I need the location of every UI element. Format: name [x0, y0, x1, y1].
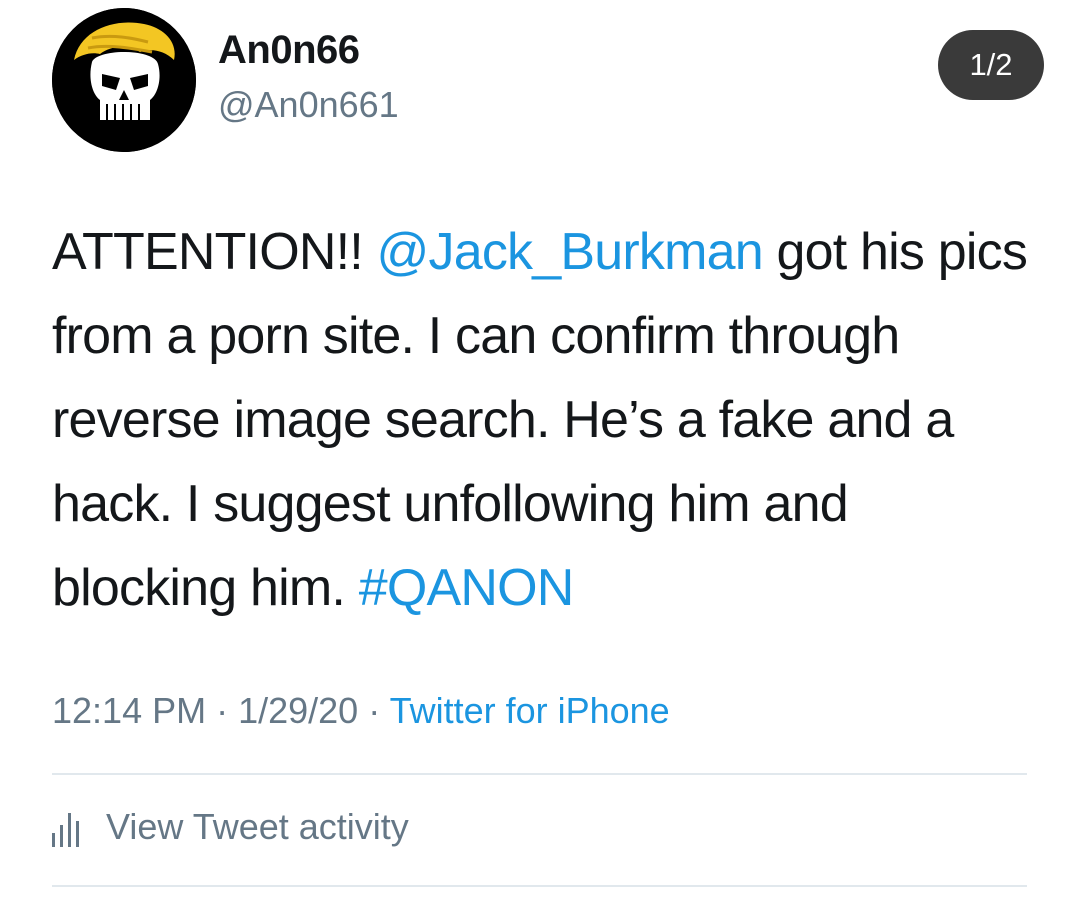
meta-separator: · [206, 690, 239, 731]
avatar[interactable] [52, 8, 196, 152]
view-tweet-activity-label: View Tweet activity [106, 806, 409, 847]
tweet-date[interactable]: 1/29/20 [238, 690, 358, 731]
hashtag-link[interactable]: #QANON [359, 559, 575, 617]
tweet-text: ATTENTION!! @Jack_Burkman got his pics f… [52, 210, 1042, 630]
meta-separator: · [358, 690, 390, 731]
bar-chart-icon [52, 807, 88, 847]
tweet-text-segment: ATTENTION!! [52, 223, 377, 281]
user-handle[interactable]: @An0n661 [218, 84, 399, 126]
mention-link[interactable]: @Jack_Burkman [377, 223, 764, 281]
tweet-time[interactable]: 12:14 PM [52, 690, 206, 731]
view-tweet-activity-button[interactable]: View Tweet activity [52, 806, 409, 848]
tweet-source-link[interactable]: Twitter for iPhone [390, 690, 670, 731]
punisher-skull-icon [52, 8, 196, 152]
tweet-meta: 12:14 PM · 1/29/20 · Twitter for iPhone [52, 690, 670, 732]
divider [52, 885, 1027, 887]
display-name[interactable]: An0n66 [218, 28, 360, 73]
page-indicator-badge: 1/2 [938, 30, 1044, 100]
tweet-text-segment: got his pics from a porn site. I can con… [52, 223, 1028, 617]
divider [52, 773, 1027, 775]
